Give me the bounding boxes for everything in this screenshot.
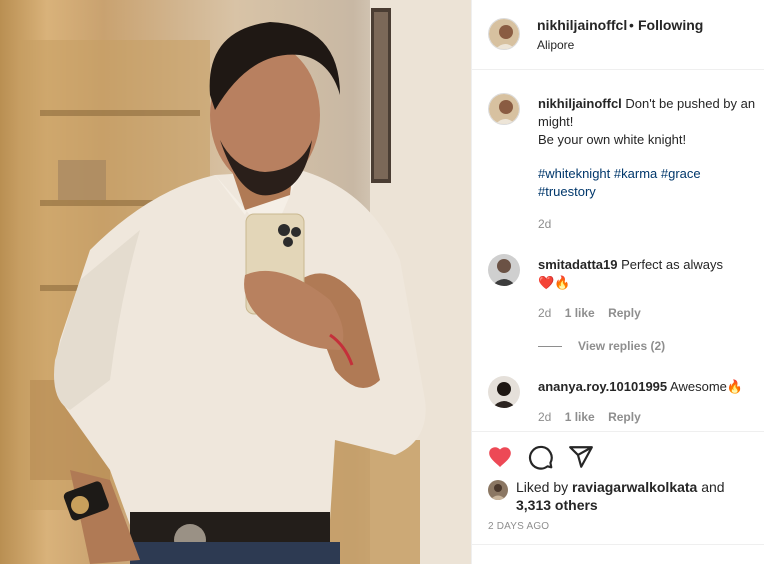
comment-meta: 2d 1 like Reply [538,410,651,424]
hashtag-link[interactable]: #truestory [538,184,596,199]
post-location[interactable]: Alipore [537,38,574,52]
following-button[interactable]: Following [638,17,703,33]
caption-meta: 2d [538,217,561,231]
reply-button[interactable]: Reply [608,306,641,320]
caption-line3: Be your own white knight! [538,132,687,147]
post-header: nikhiljainoffcl • Following Alipore [472,0,764,70]
caption-time[interactable]: 2d [538,217,551,231]
comment-icon[interactable] [528,444,554,470]
comment-time[interactable]: 2d [538,306,551,320]
likes-prefix: Liked by [516,479,569,495]
commenter-avatar[interactable] [488,254,520,286]
reply-button[interactable]: Reply [608,410,641,424]
comment-username[interactable]: ananya.roy.10101995 [538,379,667,394]
caption-text: nikhiljainoffcl Don't be pushed by an mi… [538,95,755,149]
header-separator: • [629,17,634,33]
caption-hashtags: #whiteknight #karma #grace #truestory [538,165,701,201]
comment-emoji: ❤️🔥 [538,275,571,290]
post-actions: Liked by raviagarwalkolkata and 3,313 ot… [472,431,764,544]
comment-body: Awesome🔥 [670,379,744,394]
author-avatar[interactable] [488,18,520,50]
author-username[interactable]: nikhiljainoffcl [537,17,627,33]
comment-text: ananya.roy.10101995 Awesome🔥 [538,378,743,396]
caption-line2: might! [538,114,574,129]
comment-time[interactable]: 2d [538,410,551,424]
post-photo[interactable] [0,0,471,564]
comment-likes[interactable]: 1 like [565,410,595,424]
heart-filled-icon[interactable] [487,444,513,470]
hashtag-link[interactable]: #grace [661,166,701,181]
post-details-panel: nikhiljainoffcl • Following Alipore nikh… [471,0,764,564]
commenter-avatar[interactable] [488,376,520,408]
photo-illustration [20,0,471,564]
caption-line1: Don't be pushed by an [625,96,756,111]
comments-list[interactable]: nikhiljainoffcl Don't be pushed by an mi… [472,71,764,431]
likes-others-button[interactable]: 3,313 others [516,497,598,513]
caption-username[interactable]: nikhiljainoffcl [538,96,622,111]
comment-meta: 2d 1 like Reply [538,306,651,320]
liker-avatar[interactable] [488,480,508,500]
likes-summary: Liked by raviagarwalkolkata and 3,313 ot… [516,478,756,514]
post-timestamp[interactable]: 2 DAYS AGO [488,521,549,532]
view-replies-button[interactable]: View replies (2) [538,339,665,353]
liker-username[interactable]: raviagarwalkolkata [572,479,697,495]
share-plane-icon[interactable] [568,444,594,470]
view-replies-label: View replies (2) [578,339,666,353]
replies-divider [538,346,562,348]
comment-likes[interactable]: 1 like [565,306,595,320]
caption-author-avatar[interactable] [488,93,520,125]
likes-and: and [701,479,725,495]
add-comment-bar[interactable] [472,544,764,564]
comment-body: Perfect as always [621,257,723,272]
hashtag-link[interactable]: #whiteknight [538,166,610,181]
comment-username[interactable]: smitadatta19 [538,257,617,272]
hashtag-link[interactable]: #karma [614,166,657,181]
comment-text: smitadatta19 Perfect as always ❤️🔥 [538,256,723,292]
